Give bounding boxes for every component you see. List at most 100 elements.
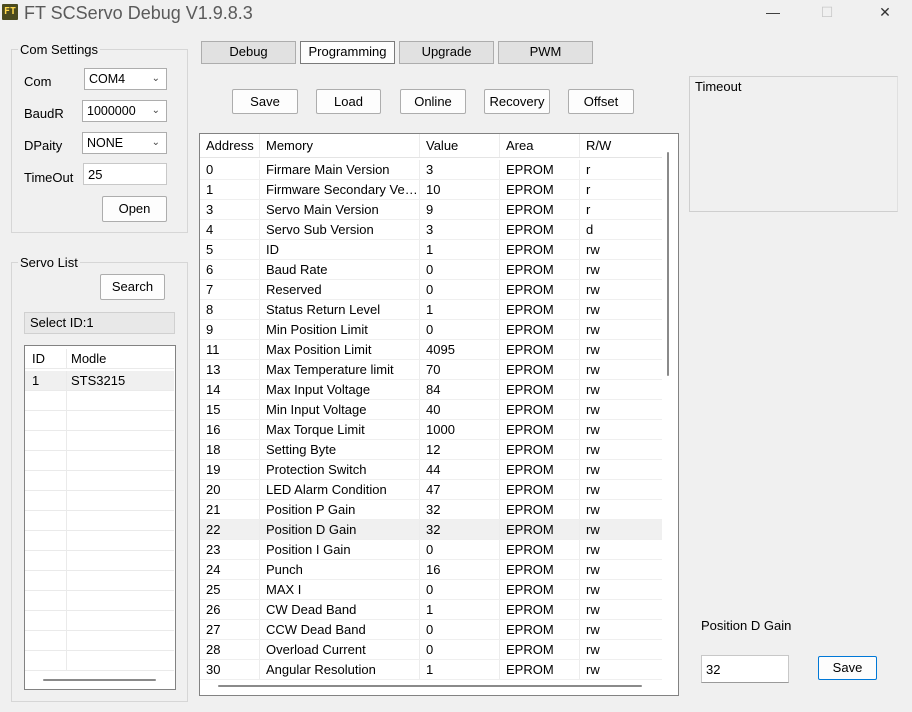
- table-row[interactable]: 4 Servo Sub Version 3 EPROM d: [200, 220, 662, 240]
- vertical-scrollbar[interactable]: [667, 152, 669, 376]
- value-cell: 0: [420, 260, 500, 279]
- memory-table-header: Address Memory Value Area R/W: [200, 134, 662, 158]
- memory-cell: Max Temperature limit: [260, 360, 420, 379]
- address-cell: 5: [200, 240, 260, 259]
- table-row[interactable]: 23 Position I Gain 0 EPROM rw: [200, 540, 662, 560]
- servo-row[interactable]: 1 STS3215: [25, 371, 174, 391]
- parity-select[interactable]: NONE ⌄: [82, 132, 167, 154]
- table-row[interactable]: 26 CW Dead Band 1 EPROM rw: [200, 600, 662, 620]
- table-row[interactable]: 5 ID 1 EPROM rw: [200, 240, 662, 260]
- timeout-panel: [689, 76, 898, 212]
- column-header-memory[interactable]: Memory: [260, 134, 420, 157]
- table-row[interactable]: 7 Reserved 0 EPROM rw: [200, 280, 662, 300]
- area-cell: EPROM: [500, 260, 580, 279]
- tab-debug[interactable]: Debug: [201, 41, 296, 64]
- memory-cell: Position D Gain: [260, 520, 420, 539]
- table-row[interactable]: 30 Angular Resolution 1 EPROM rw: [200, 660, 662, 680]
- memory-cell: Setting Byte: [260, 440, 420, 459]
- value-cell: 70: [420, 360, 500, 379]
- baud-rate-value: 1000000: [87, 104, 136, 118]
- close-icon[interactable]: ✕: [862, 0, 908, 24]
- table-row[interactable]: 14 Max Input Voltage 84 EPROM rw: [200, 380, 662, 400]
- field-save-button[interactable]: Save: [818, 656, 877, 680]
- empty-row: [25, 651, 174, 671]
- timeout-input[interactable]: [83, 163, 167, 185]
- address-cell: 21: [200, 500, 260, 519]
- minimize-icon[interactable]: —: [750, 0, 796, 24]
- rw-cell: rw: [586, 462, 600, 477]
- address-cell: 11: [200, 340, 260, 359]
- column-header-address[interactable]: Address: [200, 134, 260, 157]
- table-row[interactable]: 9 Min Position Limit 0 EPROM rw: [200, 320, 662, 340]
- table-row[interactable]: 21 Position P Gain 32 EPROM rw: [200, 500, 662, 520]
- memory-cell: Angular Resolution: [260, 660, 420, 679]
- chevron-down-icon: ⌄: [151, 105, 160, 116]
- memory-cell: CW Dead Band: [260, 600, 420, 619]
- load-button[interactable]: Load: [316, 89, 381, 114]
- value-cell: 1: [420, 600, 500, 619]
- table-row[interactable]: 6 Baud Rate 0 EPROM rw: [200, 260, 662, 280]
- memory-table[interactable]: Address Memory Value Area R/W 0 Firmare M…: [199, 133, 679, 696]
- table-row[interactable]: 0 Firmare Main Version 3 EPROM r: [200, 160, 662, 180]
- rw-cell: rw: [586, 602, 600, 617]
- online-button[interactable]: Online: [400, 89, 466, 114]
- address-cell: 15: [200, 400, 260, 419]
- area-cell: EPROM: [500, 180, 580, 199]
- baud-rate-select[interactable]: 1000000 ⌄: [82, 100, 167, 122]
- com-port-select[interactable]: COM4 ⌄: [84, 68, 167, 90]
- table-row[interactable]: 27 CCW Dead Band 0 EPROM rw: [200, 620, 662, 640]
- empty-row: [25, 531, 174, 551]
- table-row[interactable]: 22 Position D Gain 32 EPROM rw: [200, 520, 662, 540]
- open-button[interactable]: Open: [102, 196, 167, 222]
- search-button[interactable]: Search: [100, 274, 165, 300]
- address-cell: 13: [200, 360, 260, 379]
- chevron-down-icon: ⌄: [151, 137, 160, 148]
- table-row[interactable]: 28 Overload Current 0 EPROM rw: [200, 640, 662, 660]
- address-cell: 23: [200, 540, 260, 559]
- table-row[interactable]: 16 Max Torque Limit 1000 EPROM rw: [200, 420, 662, 440]
- tab-upgrade[interactable]: Upgrade: [399, 41, 494, 64]
- table-row[interactable]: 18 Setting Byte 12 EPROM rw: [200, 440, 662, 460]
- table-row[interactable]: 20 LED Alarm Condition 47 EPROM rw: [200, 480, 662, 500]
- recovery-button[interactable]: Recovery: [484, 89, 550, 114]
- table-row[interactable]: 25 MAX I 0 EPROM rw: [200, 580, 662, 600]
- servo-list-grid[interactable]: ID Modle 1 STS3215: [24, 345, 176, 690]
- address-cell: 6: [200, 260, 260, 279]
- tab-pwm[interactable]: PWM: [498, 41, 593, 64]
- table-row[interactable]: 15 Min Input Voltage 40 EPROM rw: [200, 400, 662, 420]
- baud-label: BaudR: [24, 106, 64, 121]
- area-cell: EPROM: [500, 520, 580, 539]
- column-header-rw[interactable]: R/W: [580, 134, 662, 157]
- rw-cell: rw: [586, 262, 600, 277]
- table-row[interactable]: 19 Protection Switch 44 EPROM rw: [200, 460, 662, 480]
- address-cell: 9: [200, 320, 260, 339]
- table-row[interactable]: 24 Punch 16 EPROM rw: [200, 560, 662, 580]
- table-row[interactable]: 1 Firmware Secondary Version 10 EPROM r: [200, 180, 662, 200]
- horizontal-scrollbar[interactable]: [43, 679, 156, 681]
- parity-value: NONE: [87, 136, 124, 150]
- field-value-input[interactable]: [701, 655, 789, 683]
- table-row[interactable]: 13 Max Temperature limit 70 EPROM rw: [200, 360, 662, 380]
- value-cell: 1: [420, 240, 500, 259]
- rw-cell: r: [586, 182, 591, 197]
- table-row[interactable]: 11 Max Position Limit 4095 EPROM rw: [200, 340, 662, 360]
- table-row[interactable]: 8 Status Return Level 1 EPROM rw: [200, 300, 662, 320]
- value-cell: 84: [420, 380, 500, 399]
- value-cell: 0: [420, 540, 500, 559]
- table-row[interactable]: 3 Servo Main Version 9 EPROM r: [200, 200, 662, 220]
- tab-programming[interactable]: Programming: [300, 41, 395, 64]
- rw-cell: rw: [586, 362, 600, 377]
- column-header-value[interactable]: Value: [420, 134, 500, 157]
- value-cell: 0: [420, 320, 500, 339]
- empty-row: [25, 451, 174, 471]
- offset-button[interactable]: Offset: [568, 89, 634, 114]
- column-header-area[interactable]: Area: [500, 134, 580, 157]
- horizontal-scrollbar[interactable]: [218, 685, 642, 687]
- column-header-model[interactable]: Modle: [67, 349, 174, 369]
- save-button[interactable]: Save: [232, 89, 298, 114]
- area-cell: EPROM: [500, 340, 580, 359]
- servo-list-title: Servo List: [18, 255, 80, 270]
- rw-cell: rw: [586, 622, 600, 637]
- column-header-id[interactable]: ID: [25, 349, 67, 369]
- value-cell: 16: [420, 560, 500, 579]
